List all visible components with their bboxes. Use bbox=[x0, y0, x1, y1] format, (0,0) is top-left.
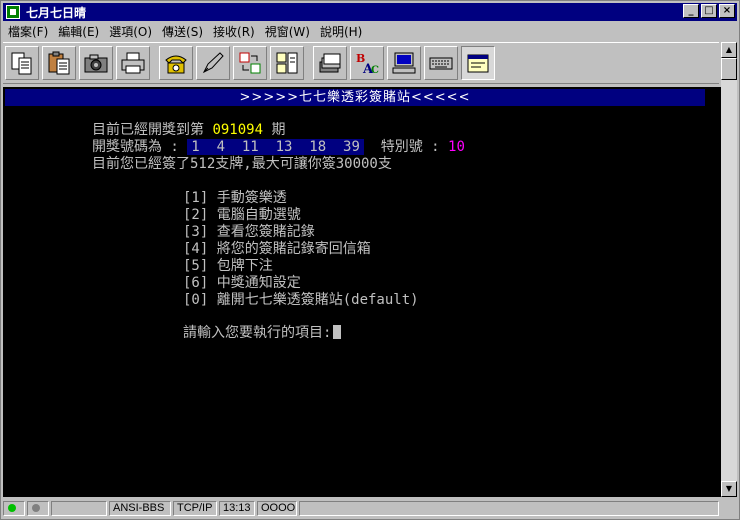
option-1[interactable]: [1] 手動簽樂透 bbox=[183, 190, 287, 207]
option-3[interactable]: [3] 查看您簽賭記錄 bbox=[183, 224, 315, 241]
title-bar[interactable]: 七月七日晴 _ □ × bbox=[3, 3, 737, 21]
status-led-idle bbox=[27, 500, 49, 516]
option-2[interactable]: [2] 電腦自動選號 bbox=[183, 207, 301, 224]
menu-options[interactable]: 選項(O) bbox=[104, 23, 157, 40]
menu-bar: 檔案(F) 編輯(E) 選項(O) 傳送(S) 接收(R) 視窗(W) 說明(H… bbox=[3, 22, 737, 40]
winning-numbers-line: 開獎號碼為 : 1 4 11 13 18 39 特別號 : 10 bbox=[92, 139, 465, 156]
phone-icon bbox=[165, 55, 187, 74]
document-icon bbox=[276, 52, 298, 74]
stack-button[interactable] bbox=[313, 46, 347, 80]
keyboard-button[interactable] bbox=[424, 46, 458, 80]
idle-led-icon bbox=[32, 503, 40, 512]
swap-button[interactable] bbox=[233, 46, 267, 80]
numbers-label: 開獎號碼為 : bbox=[92, 139, 188, 155]
svg-text:C: C bbox=[371, 65, 379, 76]
input-prompt: 請輸入您要執行的項目: bbox=[183, 325, 332, 341]
document-button[interactable] bbox=[270, 46, 304, 80]
spell-check-button[interactable]: BAC bbox=[350, 46, 384, 80]
input-prompt-line[interactable]: 請輸入您要執行的項目: bbox=[183, 325, 342, 342]
copy-icon bbox=[11, 52, 32, 75]
spell-check-icon: BAC bbox=[356, 52, 379, 76]
option-4[interactable]: [4] 將您的簽賭記錄寄回信箱 bbox=[183, 241, 371, 258]
window-title: 七月七日晴 bbox=[26, 5, 87, 20]
menu-send[interactable]: 傳送(S) bbox=[157, 23, 208, 40]
swap-icon bbox=[239, 52, 261, 74]
scroll-down-button[interactable]: ▼ bbox=[721, 481, 737, 497]
draw-info-line: 目前已經開獎到第 091094 期 bbox=[92, 122, 285, 139]
option-6[interactable]: [6] 中獎通知設定 bbox=[183, 275, 301, 292]
camera-icon bbox=[84, 54, 108, 73]
copy-button[interactable] bbox=[5, 46, 39, 80]
app-window: 七月七日晴 _ □ × 檔案(F) 編輯(E) 選項(O) 傳送(S) 接收(R… bbox=[0, 0, 740, 520]
menu-edit[interactable]: 編輯(E) bbox=[53, 23, 104, 40]
printer-icon bbox=[121, 52, 145, 74]
status-bar: ANSI-BBS TCP/IP 13:13 OOOO bbox=[3, 499, 737, 517]
paste-icon bbox=[48, 51, 70, 75]
vertical-scrollbar[interactable]: ▲ ▼ bbox=[721, 42, 737, 497]
menu-file[interactable]: 檔案(F) bbox=[3, 23, 53, 40]
computer-icon bbox=[392, 52, 416, 74]
maximize-button[interactable]: □ bbox=[701, 4, 717, 18]
status-empty bbox=[51, 500, 107, 516]
winning-numbers: 1 4 11 13 18 39 bbox=[187, 139, 364, 155]
camera-button[interactable] bbox=[79, 46, 113, 80]
minimize-button[interactable]: _ bbox=[683, 4, 699, 18]
close-button[interactable]: × bbox=[719, 4, 735, 18]
scroll-up-button[interactable]: ▲ bbox=[721, 42, 737, 58]
draw-suffix: 期 bbox=[263, 122, 286, 138]
bbs-banner: >>>>>七七樂透彩簽賭站<<<<< bbox=[5, 89, 705, 106]
menu-window[interactable]: 視窗(W) bbox=[260, 23, 315, 40]
status-led-green bbox=[3, 500, 25, 516]
scroll-thumb[interactable] bbox=[721, 58, 737, 80]
status-remaining bbox=[299, 500, 719, 516]
computer-button[interactable] bbox=[387, 46, 421, 80]
draw-prefix: 目前已經開獎到第 bbox=[92, 122, 213, 138]
protocol: TCP/IP bbox=[173, 500, 217, 516]
option-5[interactable]: [5] 包牌下注 bbox=[183, 258, 273, 275]
quota-line: 目前您已經簽了512支牌,最大可讓你簽30000支 bbox=[92, 156, 392, 172]
led-indicators: OOOO bbox=[257, 500, 297, 516]
option-0[interactable]: [0] 離開七七樂透簽賭站(default) bbox=[183, 292, 419, 309]
connected-led-icon bbox=[8, 503, 16, 512]
special-number: 10 bbox=[448, 139, 465, 155]
note-button[interactable] bbox=[461, 46, 495, 80]
print-button[interactable] bbox=[116, 46, 150, 80]
stack-icon bbox=[319, 53, 341, 73]
clock: 13:13 bbox=[219, 500, 255, 516]
keyboard-icon bbox=[429, 57, 453, 70]
toolbar: BAC bbox=[3, 42, 719, 84]
terminal-screen[interactable]: >>>>>七七樂透彩簽賭站<<<<< 目前已經開獎到第 091094 期 開獎號… bbox=[3, 87, 721, 497]
window-controls: _ □ × bbox=[683, 4, 735, 18]
terminal-type: ANSI-BBS bbox=[109, 500, 171, 516]
pen-icon bbox=[202, 52, 224, 74]
menu-help[interactable]: 說明(H) bbox=[315, 23, 367, 40]
paste-button[interactable] bbox=[42, 46, 76, 80]
special-label: 特別號 : bbox=[363, 139, 449, 155]
app-icon[interactable] bbox=[6, 5, 20, 19]
phone-button[interactable] bbox=[159, 46, 193, 80]
pen-button[interactable] bbox=[196, 46, 230, 80]
draw-number: 091094 bbox=[212, 122, 264, 138]
text-cursor bbox=[333, 325, 342, 339]
menu-receive[interactable]: 接收(R) bbox=[208, 23, 260, 40]
note-icon bbox=[467, 54, 489, 73]
scroll-track[interactable] bbox=[721, 80, 737, 481]
